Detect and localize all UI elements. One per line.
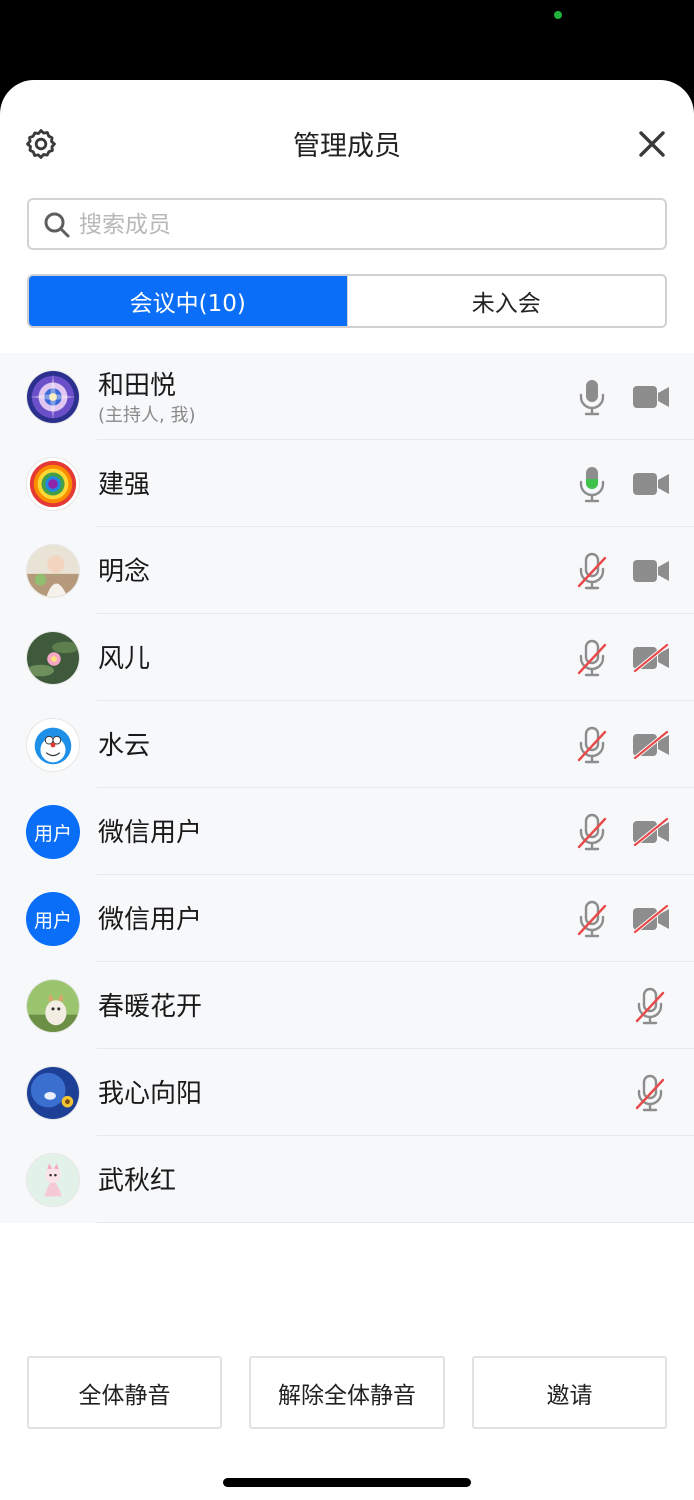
avatar — [26, 631, 80, 685]
camera-indicator — [554, 11, 562, 19]
avatar — [26, 370, 80, 424]
member-row[interactable]: 春暖花开 — [0, 962, 694, 1049]
member-row[interactable]: 我心向阳 — [0, 1049, 694, 1136]
unmute-all-button[interactable]: 解除全体静音 — [249, 1356, 445, 1429]
page-title: 管理成员 — [293, 131, 401, 162]
member-name: 我心向阳 — [98, 1079, 203, 1109]
close-icon[interactable] — [636, 128, 668, 160]
avatar — [26, 1153, 80, 1207]
search-input[interactable] — [79, 208, 649, 242]
search-box[interactable] — [27, 198, 667, 250]
member-name: 武秋红 — [98, 1166, 177, 1196]
avatar — [26, 544, 80, 598]
tab-bar: 会议中(10) 未入会 — [27, 274, 667, 328]
microphone-muted-icon[interactable] — [576, 639, 608, 677]
microphone-speaking-icon[interactable] — [576, 465, 608, 503]
member-name: 建强 — [98, 470, 151, 500]
video-camera-off-icon[interactable] — [632, 818, 670, 846]
microphone-muted-icon[interactable] — [576, 726, 608, 764]
sheet-header: 管理成员 — [0, 80, 694, 208]
microphone-muted-icon[interactable] — [576, 813, 608, 851]
member-row[interactable]: 风儿 — [0, 614, 694, 701]
member-list: 和田悦 (主持人, 我) 建强 明念 风儿 水云 用户 微信用户 用户 微信用户… — [0, 353, 694, 1223]
member-role: (主持人, 我) — [98, 405, 196, 426]
member-row[interactable]: 用户 微信用户 — [0, 788, 694, 875]
avatar: 用户 — [26, 892, 80, 946]
avatar — [26, 1066, 80, 1120]
avatar — [26, 979, 80, 1033]
manage-members-sheet: 管理成员 会议中(10) 未入会 和田悦 (主持人, 我) — [0, 80, 694, 1500]
member-name: 风儿 — [98, 644, 151, 674]
microphone-icon[interactable] — [576, 378, 608, 416]
mute-all-button[interactable]: 全体静音 — [27, 1356, 222, 1429]
member-row[interactable]: 明念 — [0, 527, 694, 614]
member-row[interactable]: 武秋红 — [0, 1136, 694, 1223]
member-row[interactable]: 水云 — [0, 701, 694, 788]
video-camera-icon[interactable] — [632, 557, 670, 585]
avatar — [26, 457, 80, 511]
search-icon — [44, 212, 70, 238]
tab-not-joined[interactable]: 未入会 — [346, 276, 665, 326]
member-row[interactable]: 和田悦 (主持人, 我) — [0, 353, 694, 440]
member-name: 和田悦 — [98, 371, 177, 401]
member-name: 春暖花开 — [98, 992, 203, 1022]
invite-button[interactable]: 邀请 — [472, 1356, 667, 1429]
microphone-muted-icon[interactable] — [634, 987, 666, 1025]
tab-in-meeting[interactable]: 会议中(10) — [29, 276, 347, 326]
member-name: 微信用户 — [98, 818, 203, 848]
microphone-muted-icon[interactable] — [576, 900, 608, 938]
video-camera-icon[interactable] — [632, 383, 670, 411]
avatar: 用户 — [26, 805, 80, 859]
member-row[interactable]: 建强 — [0, 440, 694, 527]
member-name: 微信用户 — [98, 905, 203, 935]
home-indicator[interactable] — [223, 1478, 471, 1487]
microphone-muted-icon[interactable] — [576, 552, 608, 590]
member-name: 水云 — [98, 731, 151, 761]
video-camera-icon[interactable] — [632, 470, 670, 498]
avatar — [26, 718, 80, 772]
member-row[interactable]: 用户 微信用户 — [0, 875, 694, 962]
video-camera-off-icon[interactable] — [632, 731, 670, 759]
video-camera-off-icon[interactable] — [632, 905, 670, 933]
member-name: 明念 — [98, 557, 151, 587]
video-camera-off-icon[interactable] — [632, 644, 670, 672]
row-divider — [97, 1222, 694, 1223]
microphone-muted-icon[interactable] — [634, 1074, 666, 1112]
